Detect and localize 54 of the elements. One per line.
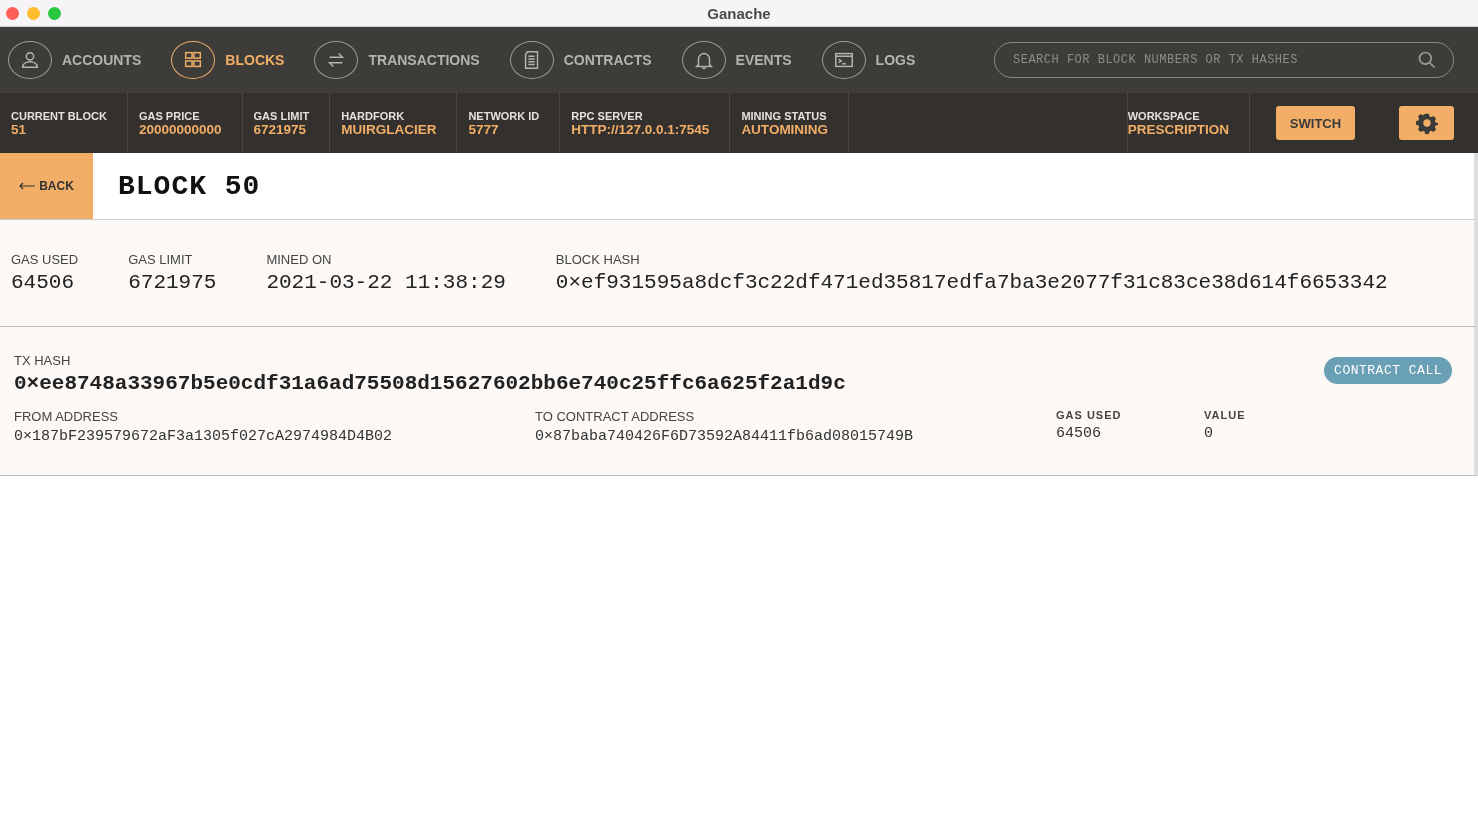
maximize-icon[interactable] [48, 6, 61, 20]
tx-field-label: VALUE [1204, 409, 1247, 421]
nav-tab[interactable]: CONTRACTS [509, 41, 652, 79]
switch-button[interactable]: SWITCH [1276, 106, 1355, 140]
detail-value: 6721975 [128, 271, 217, 294]
window-title: Ganache [707, 4, 771, 22]
back-button[interactable]: BACK [0, 153, 93, 219]
tx-field-label: FROM ADDRESS [14, 409, 119, 424]
status-label: NETWORK ID [468, 109, 540, 122]
search-icon[interactable] [1417, 50, 1437, 70]
status-value: 6721975 [253, 121, 308, 137]
user-icon [19, 49, 41, 71]
detail-value: 2021-03-22 11:38:29 [266, 271, 506, 294]
close-icon[interactable] [6, 6, 19, 20]
detail-label: MINED ON [266, 252, 333, 267]
nav-tab[interactable]: EVENTS [681, 41, 792, 79]
workspace-name: PRESCRIPTION [1127, 121, 1229, 137]
settings-icon [1415, 112, 1438, 134]
status-value: MUIRGLACIER [341, 121, 437, 137]
detail-label: BLOCK HASH [555, 252, 641, 267]
detail-value: 64506 [11, 271, 75, 294]
tx-type-badge: CONTRACT CALL [1324, 357, 1452, 384]
status-label: GAS LIMIT [253, 109, 310, 122]
status-label: HARDFORK [341, 109, 406, 122]
search-input[interactable]: SEARCH FOR BLOCK NUMBERS OR TX HASHES [1011, 52, 1417, 68]
workspace-label: WORKSPACE [1127, 109, 1201, 122]
status-value: HTTP://127.0.0.1:7545 [571, 121, 710, 137]
tx-field-label: TO CONTRACT ADDRESS [535, 409, 696, 424]
status-label: MINING STATUS [741, 109, 828, 122]
tx-hash-label: TX HASH [14, 353, 72, 368]
status-value: 5777 [468, 121, 500, 137]
block-title: BLOCK 50 [118, 170, 261, 202]
minimize-icon[interactable] [27, 6, 40, 20]
status-value: 20000000000 [138, 121, 222, 137]
status-value: AUTOMINING [741, 121, 829, 137]
status-label: GAS PRICE [138, 109, 201, 122]
status-value: 51 [11, 121, 28, 137]
tx-field-label: GAS USED [1056, 409, 1123, 421]
tx-field-value: 64506 [1056, 425, 1102, 442]
tx-field-value: 0×187bF239579672aF3a1305f027cA2974984D4B02 [14, 428, 394, 445]
nav-tab[interactable]: ACCOUNTS [8, 41, 142, 79]
status-label: RPC SERVER [571, 109, 644, 122]
tx-hash: 0×ee8748a33967b5e0cdf31a6ad75508d15627602bb6e740c25ffc6a625f2a1d9c [14, 372, 846, 395]
detail-label: GAS LIMIT [128, 252, 194, 267]
detail-value: 0×ef931595a8dcf3c22df471ed35817edfa7ba3e2077f31c83ce38d614f6653342 [555, 271, 1388, 294]
detail-label: GAS USED [11, 252, 79, 267]
tx-field-value: 0×87baba740426F6D73592A84411fb6ad08015749B [535, 428, 915, 445]
nav-tab[interactable]: LOGS [821, 41, 916, 79]
nav-tab[interactable]: BLOCKS [171, 41, 285, 79]
settings-button[interactable] [1399, 106, 1454, 140]
nav-tab[interactable]: TRANSACTIONS [314, 41, 480, 79]
status-label: CURRENT BLOCK [11, 109, 107, 122]
left-arrow-icon [19, 182, 36, 190]
tx-field-value: 0 [1204, 425, 1214, 442]
